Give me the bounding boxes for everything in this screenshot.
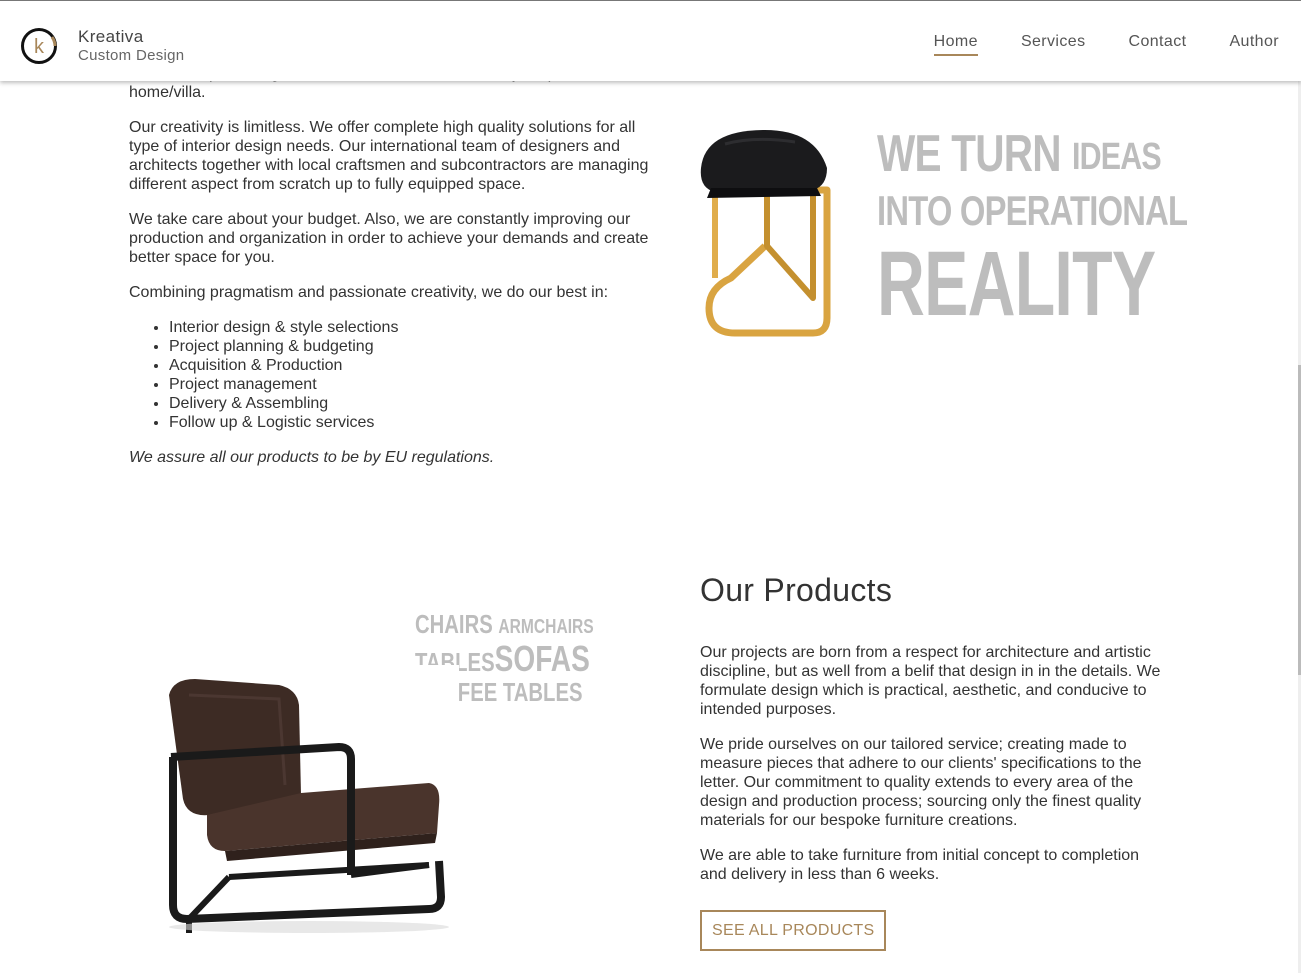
armchair-illustration [129,665,459,940]
brand-name: Kreativa [78,27,144,46]
see-all-products-button[interactable]: SEE ALL PRODUCTS [700,910,887,951]
words-row-1: CHAIRS ARMCHAIRS [415,611,594,637]
about-paragraph-budget: We take care about your budget. Also, we… [129,211,649,266]
nav-services[interactable]: Services [1021,33,1086,56]
armchair-image: CHAIRS ARMCHAIRS TABLESSOFAS COFFEE TABL… [129,605,594,940]
list-item: Interior design & style selections [169,318,654,337]
word-chairs: CHAIRS [415,609,493,639]
bar-stool-illustration [700,130,831,337]
slogan-line-3: REALITY [877,233,1156,335]
word-armchairs: ARMCHAIRS [498,616,594,638]
list-item: Acquisition & Production [169,356,654,375]
nav-author[interactable]: Author [1229,33,1279,56]
brand[interactable]: Kreativa Custom Design [78,27,184,65]
page-content: services in producing stores, offices, h… [0,0,1301,973]
products-section: Our Products Our projects are born from … [700,572,1170,951]
about-paragraph-intro-list: Combining pragmatism and passionate crea… [129,284,609,301]
site-header: k Kreativa Custom Design Home Services C… [0,0,1301,81]
products-paragraph-3: We are able to take furniture from initi… [700,847,1140,883]
slogan-we-turn: WE TURN [877,125,1062,183]
list-item: Delivery & Assembling [169,394,654,413]
products-title: Our Products [700,572,893,608]
list-item: Follow up & Logistic services [169,413,654,432]
products-paragraph-1: Our projects are born from a respect for… [700,644,1161,718]
services-list: Interior design & style selections Proje… [129,318,654,432]
main-nav: Home Services Contact Author [891,33,1279,56]
about-section: services in producing stores, offices, h… [129,64,654,483]
nav-home[interactable]: Home [933,33,978,56]
word-sofas: SOFAS [494,638,590,679]
eu-regulations-note: We assure all our products to be by EU r… [129,449,495,466]
nav-contact[interactable]: Contact [1129,33,1187,56]
logo-letter: k [34,36,45,58]
brand-tagline: Custom Design [78,47,185,64]
list-item: Project planning & budgeting [169,337,654,356]
slogan-ideas: IDEAS [1072,136,1162,178]
products-paragraph-2: We pride ourselves on our tailored servi… [700,736,1142,829]
stool-slogan-image: WE TURN IDEAS INTO OPERATIONAL REALITY [695,120,1188,350]
slogan-line-1: WE TURN IDEAS [877,125,1162,183]
about-paragraph-creativity: Our creativity is limitless. We offer co… [129,119,649,193]
list-item: Project management [169,375,654,394]
slogan-line-2: INTO OPERATIONAL [877,187,1188,234]
kreativa-logo-icon[interactable]: k [20,27,58,65]
